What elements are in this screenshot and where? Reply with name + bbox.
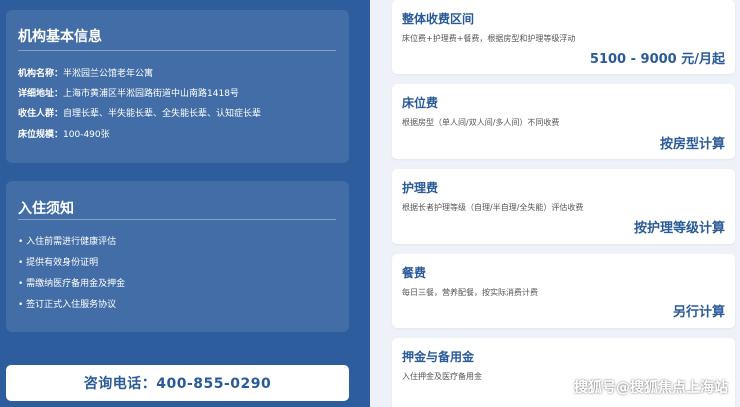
watermark: 搜狐号@搜狐焦点上海站 bbox=[574, 380, 728, 396]
left-panel: 机构基本信息 机构名称：半淞园兰公馆老年公寓 详细地址：上海市黄浦区半淞园路街道… bbox=[0, 0, 370, 407]
info-value: 上海市黄浦区半淞园路街道中山南路1418号 bbox=[63, 89, 239, 99]
institution-info-title: 机构基本信息 bbox=[18, 29, 102, 45]
fee-card-price: 按房型计算 bbox=[659, 137, 725, 152]
fee-card-title: 整体收费区间 bbox=[402, 12, 475, 26]
fee-card-title: 床位费 bbox=[402, 96, 439, 110]
info-row-beds: 床位规模：100-490张 bbox=[18, 127, 110, 140]
fee-card-price: 5100 - 9000 元/月起 bbox=[589, 52, 725, 67]
consult-phone-button[interactable]: 咨询电话：400-855-0290 bbox=[6, 365, 349, 401]
fee-card-meal: 餐费 每日三餐，营养配餐，按实际消费计费 另行计算 bbox=[392, 254, 735, 328]
fee-card-desc: 每日三餐，营养配餐，按实际消费计费 bbox=[402, 288, 538, 297]
info-label: 收住人群： bbox=[18, 109, 64, 119]
info-row-residents: 收住人群：自理长辈、半失能长辈、全失能长辈、认知症长辈 bbox=[18, 106, 261, 119]
fee-card-desc: 入住押金及医疗备用金 bbox=[402, 372, 482, 381]
info-value: 半淞园兰公馆老年公寓 bbox=[63, 69, 154, 79]
fee-card-desc: 床位费+护理费+餐费，根据房型和护理等级浮动 bbox=[402, 34, 576, 43]
fee-card-desc: 根据房型（单人间/双人间/多人间）不同收费 bbox=[402, 118, 560, 127]
institution-info-panel: 机构基本信息 机构名称：半淞园兰公馆老年公寓 详细地址：上海市黄浦区半淞园路街道… bbox=[6, 10, 349, 163]
fee-card-price: 按护理等级计算 bbox=[633, 221, 725, 236]
fee-card-desc: 根据长者护理等级（自理/半自理/全失能）评估收费 bbox=[402, 203, 584, 212]
fee-card-title: 护理费 bbox=[402, 181, 439, 195]
notice-item: • 需缴纳医疗备用金及押金 bbox=[18, 279, 126, 289]
divider bbox=[18, 50, 336, 51]
info-label: 床位规模： bbox=[18, 130, 64, 140]
fee-panel: 整体收费区间 床位费+护理费+餐费，根据房型和护理等级浮动 5100 - 900… bbox=[370, 0, 740, 407]
info-value: 自理长辈、半失能长辈、全失能长辈、认知症长辈 bbox=[63, 109, 262, 119]
divider bbox=[18, 219, 336, 220]
admission-notice-panel: 入住须知 • 入住前需进行健康评估 • 提供有效身份证明 • 需缴纳医疗备用金及… bbox=[6, 181, 349, 332]
fee-card-overall: 整体收费区间 床位费+护理费+餐费，根据房型和护理等级浮动 5100 - 900… bbox=[392, 0, 735, 74]
info-row-address: 详细地址：上海市黄浦区半淞园路街道中山南路1418号 bbox=[18, 86, 239, 99]
info-value: 100-490张 bbox=[63, 130, 110, 140]
admission-notice-title: 入住须知 bbox=[18, 201, 74, 217]
fee-card-bed: 床位费 根据房型（单人间/双人间/多人间）不同收费 按房型计算 bbox=[392, 84, 735, 159]
fee-card-price: 另行计算 bbox=[672, 305, 725, 320]
notice-item: • 签订正式入住服务协议 bbox=[18, 300, 117, 310]
info-label: 详细地址： bbox=[18, 89, 64, 99]
info-row-name: 机构名称：半淞园兰公馆老年公寓 bbox=[18, 66, 153, 79]
fee-card-nursing: 护理费 根据长者护理等级（自理/半自理/全失能）评估收费 按护理等级计算 bbox=[392, 169, 735, 244]
notice-item: • 入住前需进行健康评估 bbox=[18, 237, 117, 247]
fee-card-title: 餐费 bbox=[402, 266, 427, 280]
notice-item: • 提供有效身份证明 bbox=[18, 258, 99, 268]
info-label: 机构名称： bbox=[18, 69, 64, 79]
fee-card-title: 押金与备用金 bbox=[402, 350, 475, 364]
